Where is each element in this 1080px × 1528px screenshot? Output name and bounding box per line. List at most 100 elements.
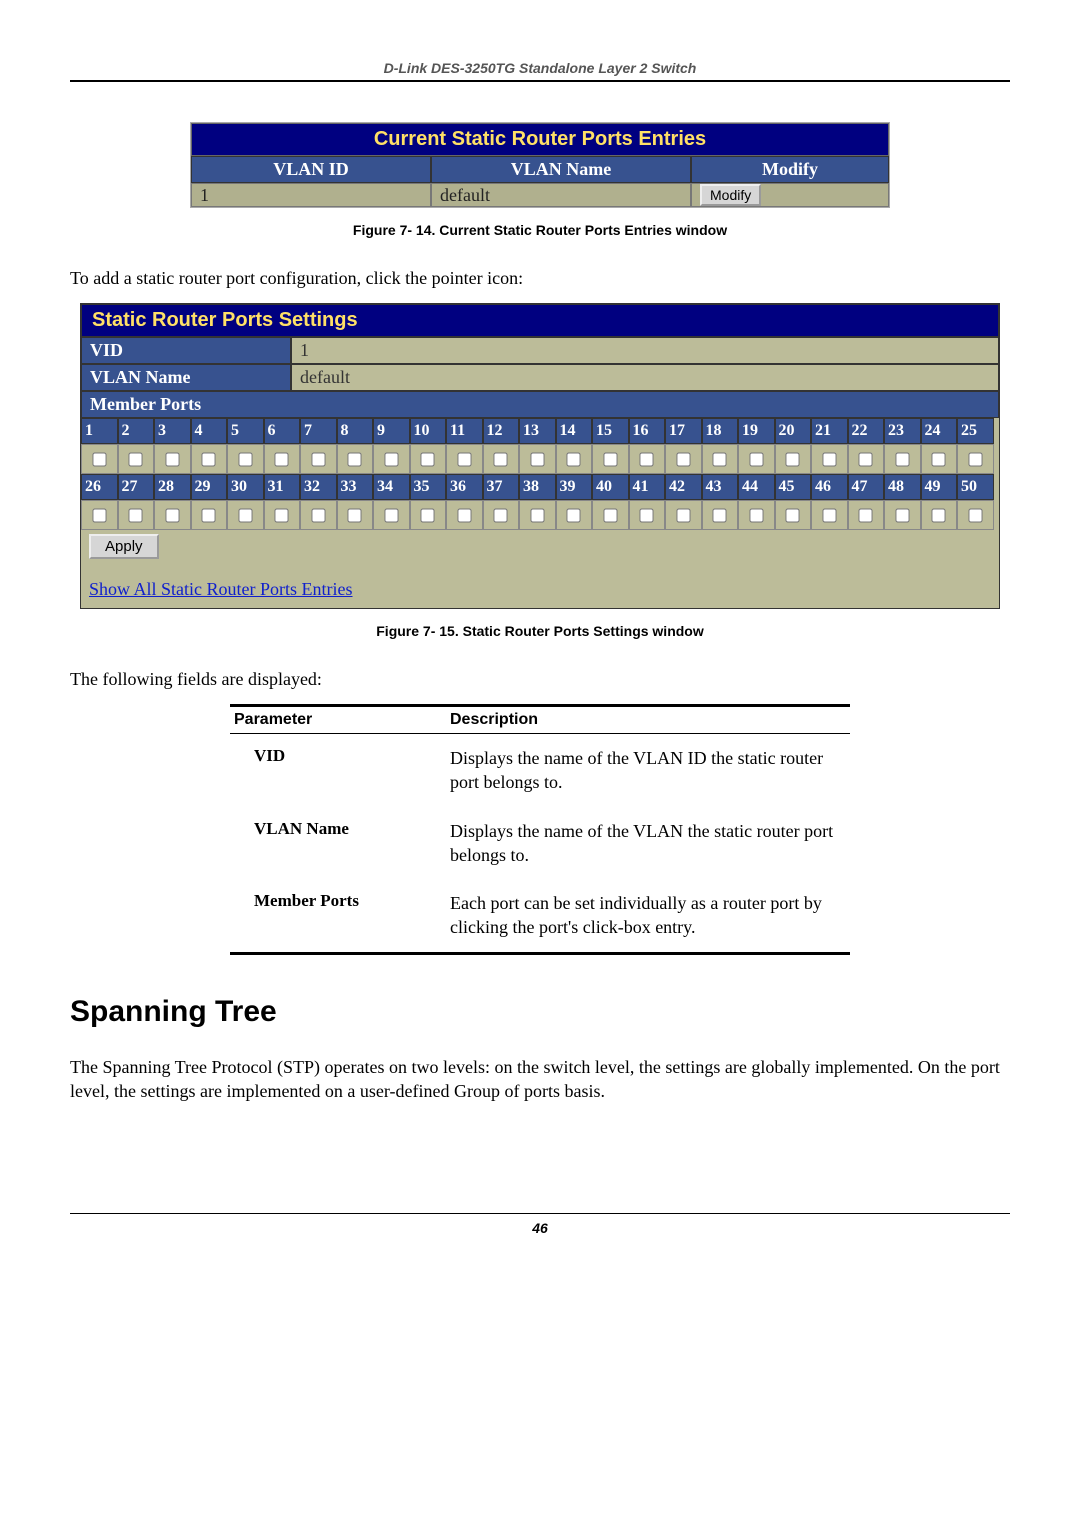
port-number-12: 12 [483,418,520,444]
port-checkbox-25[interactable] [968,452,982,466]
params-row: VID Displays the name of the VLAN ID the… [230,734,850,807]
port-number-24: 24 [921,418,958,444]
port-checkbox-12[interactable] [494,452,508,466]
port-checkbox-18[interactable] [713,452,727,466]
params-col-parameter: Parameter [230,711,450,729]
port-number-23: 23 [884,418,921,444]
port-checkbox-cell-45 [775,500,812,530]
port-number-15: 15 [592,418,629,444]
port-checkbox-2[interactable] [129,452,143,466]
port-number-48: 48 [884,474,921,500]
port-checkbox-22[interactable] [859,452,873,466]
port-checkbox-23[interactable] [895,452,909,466]
port-checkbox-10[interactable] [421,452,435,466]
port-number-8: 8 [337,418,374,444]
fig15-caption: Figure 7- 15. Static Router Ports Settin… [70,623,1010,639]
port-number-30: 30 [227,474,264,500]
port-checkbox-8[interactable] [348,452,362,466]
port-checkbox-47[interactable] [859,508,873,522]
port-number-42: 42 [665,474,702,500]
memberports-label: Member Ports [81,391,999,418]
params-row: Member Ports Each port can be set indivi… [230,879,850,952]
fig14-title: Current Static Router Ports Entries [191,123,889,156]
port-checkbox-48[interactable] [895,508,909,522]
port-number-32: 32 [300,474,337,500]
port-checkbox-cell-44 [738,500,775,530]
port-checkbox-cell-30 [227,500,264,530]
port-checkbox-31[interactable] [275,508,289,522]
port-checkbox-cell-25 [957,444,994,474]
port-checkbox-cell-31 [264,500,301,530]
ports-header-row-2: 2627282930313233343536373839404142434445… [81,474,999,500]
modify-button[interactable]: Modify [700,184,761,206]
port-checkbox-42[interactable] [676,508,690,522]
port-checkbox-45[interactable] [786,508,800,522]
port-checkbox-27[interactable] [129,508,143,522]
port-checkbox-46[interactable] [822,508,836,522]
port-checkbox-9[interactable] [384,452,398,466]
port-checkbox-cell-29 [191,500,228,530]
port-checkbox-50[interactable] [968,508,982,522]
port-checkbox-19[interactable] [749,452,763,466]
port-checkbox-32[interactable] [311,508,325,522]
port-checkbox-41[interactable] [640,508,654,522]
port-number-13: 13 [519,418,556,444]
port-checkbox-5[interactable] [238,452,252,466]
port-checkbox-33[interactable] [348,508,362,522]
port-checkbox-30[interactable] [238,508,252,522]
port-number-34: 34 [373,474,410,500]
port-checkbox-35[interactable] [421,508,435,522]
intro-text-2: The following fields are displayed: [70,669,1010,690]
port-number-44: 44 [738,474,775,500]
cell-vlanname: default [431,183,691,207]
port-checkbox-20[interactable] [786,452,800,466]
port-checkbox-28[interactable] [165,508,179,522]
port-checkbox-49[interactable] [932,508,946,522]
port-checkbox-cell-50 [957,500,994,530]
port-checkbox-24[interactable] [932,452,946,466]
port-checkbox-39[interactable] [567,508,581,522]
port-number-38: 38 [519,474,556,500]
show-all-entries-link[interactable]: Show All Static Router Ports Entries [89,579,353,599]
param-name: Member Ports [230,891,450,940]
port-checkbox-21[interactable] [822,452,836,466]
params-table: Parameter Description VID Displays the n… [230,704,850,955]
port-checkbox-40[interactable] [603,508,617,522]
port-number-49: 49 [921,474,958,500]
fig14-header-row: VLAN ID VLAN Name Modify [191,156,889,183]
port-checkbox-34[interactable] [384,508,398,522]
port-checkbox-36[interactable] [457,508,471,522]
port-number-2: 2 [118,418,155,444]
port-checkbox-1[interactable] [92,452,106,466]
port-checkbox-17[interactable] [676,452,690,466]
port-checkbox-cell-7 [300,444,337,474]
port-checkbox-16[interactable] [640,452,654,466]
port-checkbox-cell-2 [118,444,155,474]
port-number-26: 26 [81,474,118,500]
port-checkbox-cell-14 [556,444,593,474]
port-checkbox-6[interactable] [275,452,289,466]
port-checkbox-cell-11 [446,444,483,474]
port-number-5: 5 [227,418,264,444]
port-number-18: 18 [702,418,739,444]
port-checkbox-14[interactable] [567,452,581,466]
port-checkbox-13[interactable] [530,452,544,466]
port-checkbox-3[interactable] [165,452,179,466]
port-checkbox-38[interactable] [530,508,544,522]
port-checkbox-37[interactable] [494,508,508,522]
port-checkbox-cell-9 [373,444,410,474]
port-checkbox-4[interactable] [202,452,216,466]
port-number-19: 19 [738,418,775,444]
vid-label: VID [81,337,291,364]
port-checkbox-43[interactable] [713,508,727,522]
port-checkbox-26[interactable] [92,508,106,522]
port-checkbox-29[interactable] [202,508,216,522]
apply-button[interactable]: Apply [89,534,159,559]
port-checkbox-11[interactable] [457,452,471,466]
spanning-tree-heading: Spanning Tree [70,995,1010,1029]
port-checkbox-44[interactable] [749,508,763,522]
port-checkbox-15[interactable] [603,452,617,466]
port-checkbox-7[interactable] [311,452,325,466]
port-checkbox-cell-6 [264,444,301,474]
port-number-10: 10 [410,418,447,444]
